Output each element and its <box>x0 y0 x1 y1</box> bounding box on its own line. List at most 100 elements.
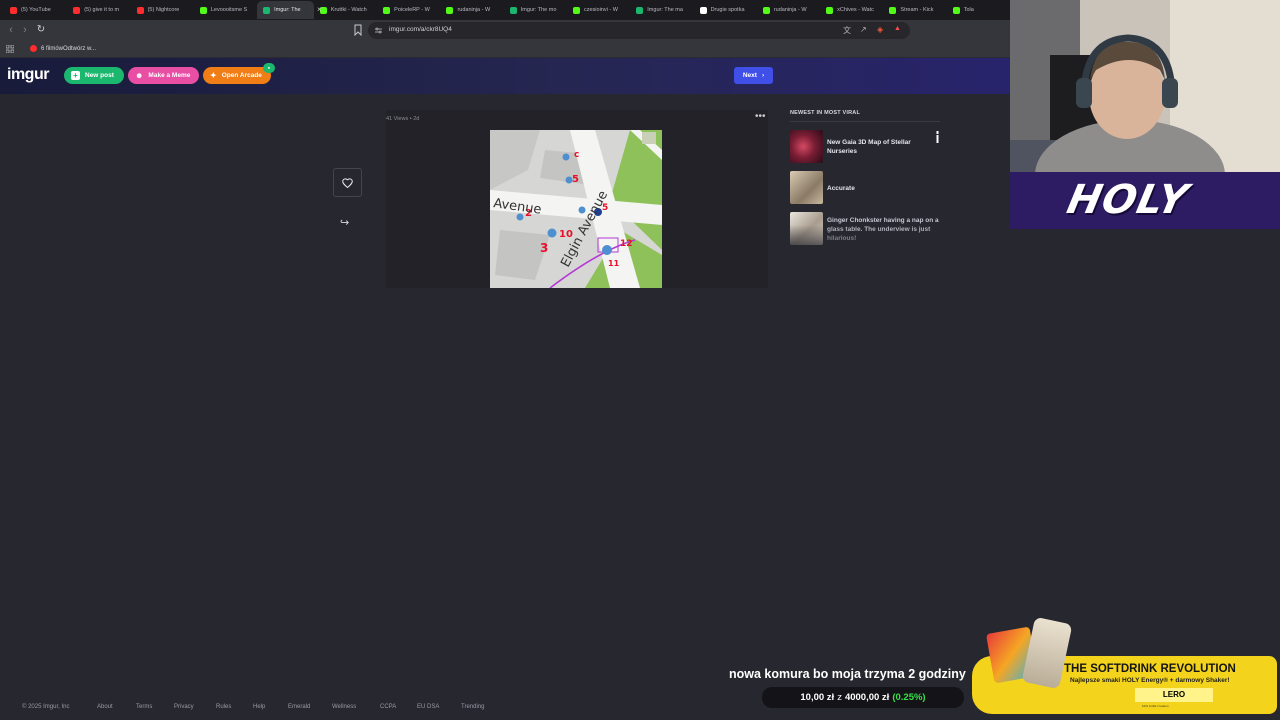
tab-favicon-icon <box>573 6 580 14</box>
footer-link-rules[interactable]: Rules <box>216 704 231 710</box>
footer-link-trending[interactable]: Trending <box>461 704 484 710</box>
stream-ticker-text: nowa komura bo moja trzyma 2 godziny <box>729 667 966 681</box>
donate-goal: 4000,00 zł <box>844 692 890 703</box>
bookmark-youtube-playlist[interactable]: 6 filmówOdtwórz w... <box>30 45 96 52</box>
new-post-button[interactable]: + New post <box>64 67 124 84</box>
share-arrow-icon[interactable]: ↪ <box>340 216 349 229</box>
browser-tab[interactable]: xChives - Watc <box>820 1 883 19</box>
tab-favicon-icon <box>263 6 271 14</box>
post-thumbnail <box>790 130 823 163</box>
footer-link-about[interactable]: About <box>97 704 113 710</box>
tab-favicon-icon <box>136 6 144 14</box>
next-post-button[interactable]: Next › <box>734 67 773 84</box>
tab-label: (5) Nightcore <box>147 7 180 13</box>
make-meme-button[interactable]: ☻ Make a Meme <box>128 67 199 84</box>
footer-link-terms[interactable]: Terms <box>136 704 152 710</box>
browser-tab[interactable]: Stream - Kick <box>883 1 946 19</box>
browser-tab[interactable]: Tola <box>947 1 1010 19</box>
open-arcade-label: Open Arcade <box>221 72 262 79</box>
footer-link-emerald[interactable]: Emerald <box>288 704 310 710</box>
browser-tab[interactable]: Levoooitsme S <box>194 1 257 19</box>
translate-icon[interactable]: 文 <box>843 25 851 36</box>
browser-tab[interactable]: (5) YouTube <box>4 1 67 19</box>
donation-goal-bar: 10,00 zł z 4000,00 zł (0.25%) <box>762 687 964 708</box>
tab-label: PoiceleRP - W <box>394 7 430 13</box>
footer-link-eu-dsa[interactable]: EU DSA <box>417 704 439 710</box>
browser-tab[interactable]: czesioinvi - W <box>567 1 630 19</box>
browser-tab[interactable]: (5) Nightcore <box>131 1 194 19</box>
tab-favicon-icon <box>383 6 391 14</box>
footer-link-wellness[interactable]: Wellness <box>332 704 356 710</box>
browser-tab[interactable]: PoiceleRP - W <box>377 1 440 19</box>
tab-favicon-icon <box>889 6 897 14</box>
svg-text:c: c <box>574 150 579 160</box>
footer-copyright: © 2025 Imgur, Inc <box>22 704 70 710</box>
tab-favicon-icon <box>762 6 770 14</box>
browser-tab[interactable]: Imgur: The mo <box>504 1 567 19</box>
next-label: Next <box>742 72 757 79</box>
url-text: imgur.com/a/ckr8UQ4 <box>389 26 452 33</box>
holy-sponsor-band: HOLY <box>1010 172 1280 229</box>
open-arcade-button[interactable]: ✦ Open Arcade <box>203 67 271 84</box>
bookmark-label: 6 filmówOdtwórz w... <box>41 45 97 52</box>
reload-icon[interactable]: ↻ <box>34 23 48 37</box>
browser-tab[interactable]: Imgur: The ma <box>630 1 693 19</box>
imgur-header: imgur + New post ☻ Make a Meme ✦ Open Ar… <box>0 58 1010 94</box>
svg-text:12: 12 <box>620 239 633 249</box>
footer-link-ccpa[interactable]: CCPA <box>380 704 396 710</box>
bookmark-icon[interactable] <box>354 24 362 36</box>
donate-percent: (0.25%) <box>892 692 926 703</box>
bookmarks-bar: 6 filmówOdtwórz w... <box>0 41 1010 58</box>
make-meme-label: Make a Meme <box>148 72 191 79</box>
browser-tab[interactable]: rudaninja - W <box>440 1 503 19</box>
browser-tab[interactable]: Drugie spotka <box>694 1 757 19</box>
sidebar-post-item[interactable]: New Gaia 3D Map of Stellar Nurseries <box>790 130 940 164</box>
favorite-button[interactable] <box>333 168 362 197</box>
browser-tab[interactable]: rudaninja - W <box>757 1 820 19</box>
more-options-icon[interactable]: ••• <box>755 111 766 122</box>
tab-label: Imgur: The ma <box>647 7 683 13</box>
post-thumbnail <box>790 171 823 204</box>
tab-label: xChives - Watc <box>837 7 874 13</box>
footer-link-privacy[interactable]: Privacy <box>174 704 194 710</box>
sidebar-scrollbar[interactable] <box>936 131 939 143</box>
tab-label: (5) give it to m <box>84 7 120 13</box>
youtube-icon <box>30 45 37 52</box>
tab-label: Kruttki - Watch <box>330 7 367 13</box>
site-settings-icon[interactable] <box>375 27 382 34</box>
post-image-map[interactable]: c 5 2 10 3 5 12 11 Avenue Elgin Avenue <box>490 130 662 288</box>
tab-favicon-icon <box>446 6 454 14</box>
tab-favicon-icon <box>10 6 17 14</box>
footer-link-help[interactable]: Help <box>253 704 265 710</box>
back-icon[interactable]: ‹ <box>4 23 18 37</box>
holy-logo-text: HOLY <box>1063 177 1193 223</box>
browser-tab[interactable]: (5) give it to m <box>67 1 130 19</box>
tab-favicon-icon <box>199 6 207 14</box>
sidebar-fade <box>790 225 940 255</box>
tab-favicon-icon <box>699 6 707 14</box>
imgur-logo[interactable]: imgur <box>7 66 49 84</box>
tab-favicon-icon <box>826 6 834 14</box>
sidebar-post-item[interactable]: Accurate <box>790 171 940 205</box>
ad-title: THE SOFTDRINK REVOLUTION <box>1064 663 1236 675</box>
sidebar-post-title: Accurate <box>827 184 855 192</box>
plus-icon: + <box>71 71 80 80</box>
tab-label: Levoooitsme S <box>210 7 248 13</box>
meme-icon: ☻ <box>135 71 144 80</box>
tab-label: Imgur: The mo <box>520 7 557 13</box>
share-icon[interactable]: ↗ <box>860 25 867 34</box>
browser-tab[interactable]: Kruttki - Watch <box>314 1 377 19</box>
apps-grid-icon[interactable] <box>6 45 14 53</box>
address-bar[interactable]: imgur.com/a/ckr8UQ4 文 ↗ ◈ ▲ <box>368 22 910 39</box>
tab-label: czesioinvi - W <box>584 7 618 13</box>
new-post-label: New post <box>85 72 114 79</box>
rewards-icon[interactable]: ▲ <box>894 25 901 32</box>
forward-icon[interactable]: › <box>18 23 32 37</box>
sidebar-post-title: New Gaia 3D Map of Stellar Nurseries <box>827 139 911 155</box>
webcam-feed <box>1010 0 1280 172</box>
browser-tab[interactable]: Imgur: The <box>257 1 314 19</box>
brave-shield-icon[interactable]: ◈ <box>877 25 883 34</box>
tab-favicon-icon <box>73 6 81 14</box>
close-tab-icon[interactable]: × <box>317 5 322 14</box>
map-drawing: c 5 2 10 3 5 12 11 Avenue Elgin Avenue <box>490 130 662 288</box>
